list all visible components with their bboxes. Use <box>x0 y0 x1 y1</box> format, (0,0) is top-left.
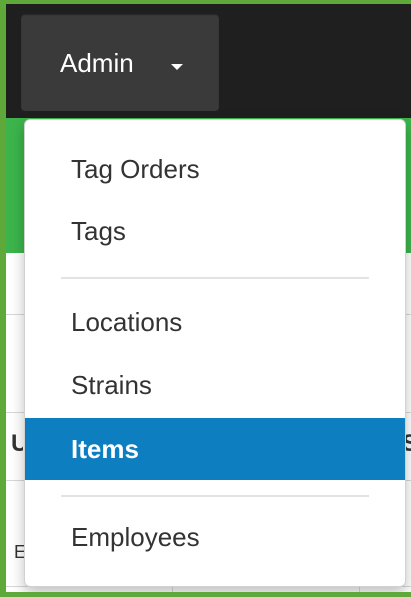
table-cell: E <box>14 542 24 562</box>
menu-item-label: Tag Orders <box>71 154 200 184</box>
admin-dropdown-menu: Tag Orders Tags Locations Strains Items … <box>24 119 406 587</box>
menu-item-items[interactable]: Items <box>25 418 405 480</box>
app-viewport: Admin U S E Tag Orders Tags Locations St… <box>6 4 411 592</box>
menu-item-locations[interactable]: Locations <box>25 291 405 353</box>
menu-item-tags[interactable]: Tags <box>25 200 405 262</box>
menu-item-employees[interactable]: Employees <box>25 506 405 568</box>
table-header-cell[interactable]: U <box>11 430 23 460</box>
menu-item-strains[interactable]: Strains <box>25 354 405 416</box>
menu-item-label: Tags <box>71 216 126 246</box>
menu-divider <box>61 495 369 497</box>
menu-item-label: Items <box>71 434 139 464</box>
menu-item-label: Strains <box>71 370 152 400</box>
menu-item-tag-orders[interactable]: Tag Orders <box>25 138 405 200</box>
admin-menu-toggle[interactable]: Admin <box>21 14 219 111</box>
top-navbar: Admin <box>6 4 411 118</box>
caret-down-icon <box>171 64 183 70</box>
menu-item-label: Locations <box>71 307 183 337</box>
admin-menu-label: Admin <box>60 48 134 78</box>
menu-divider <box>61 277 369 279</box>
menu-item-label: Employees <box>71 522 200 552</box>
